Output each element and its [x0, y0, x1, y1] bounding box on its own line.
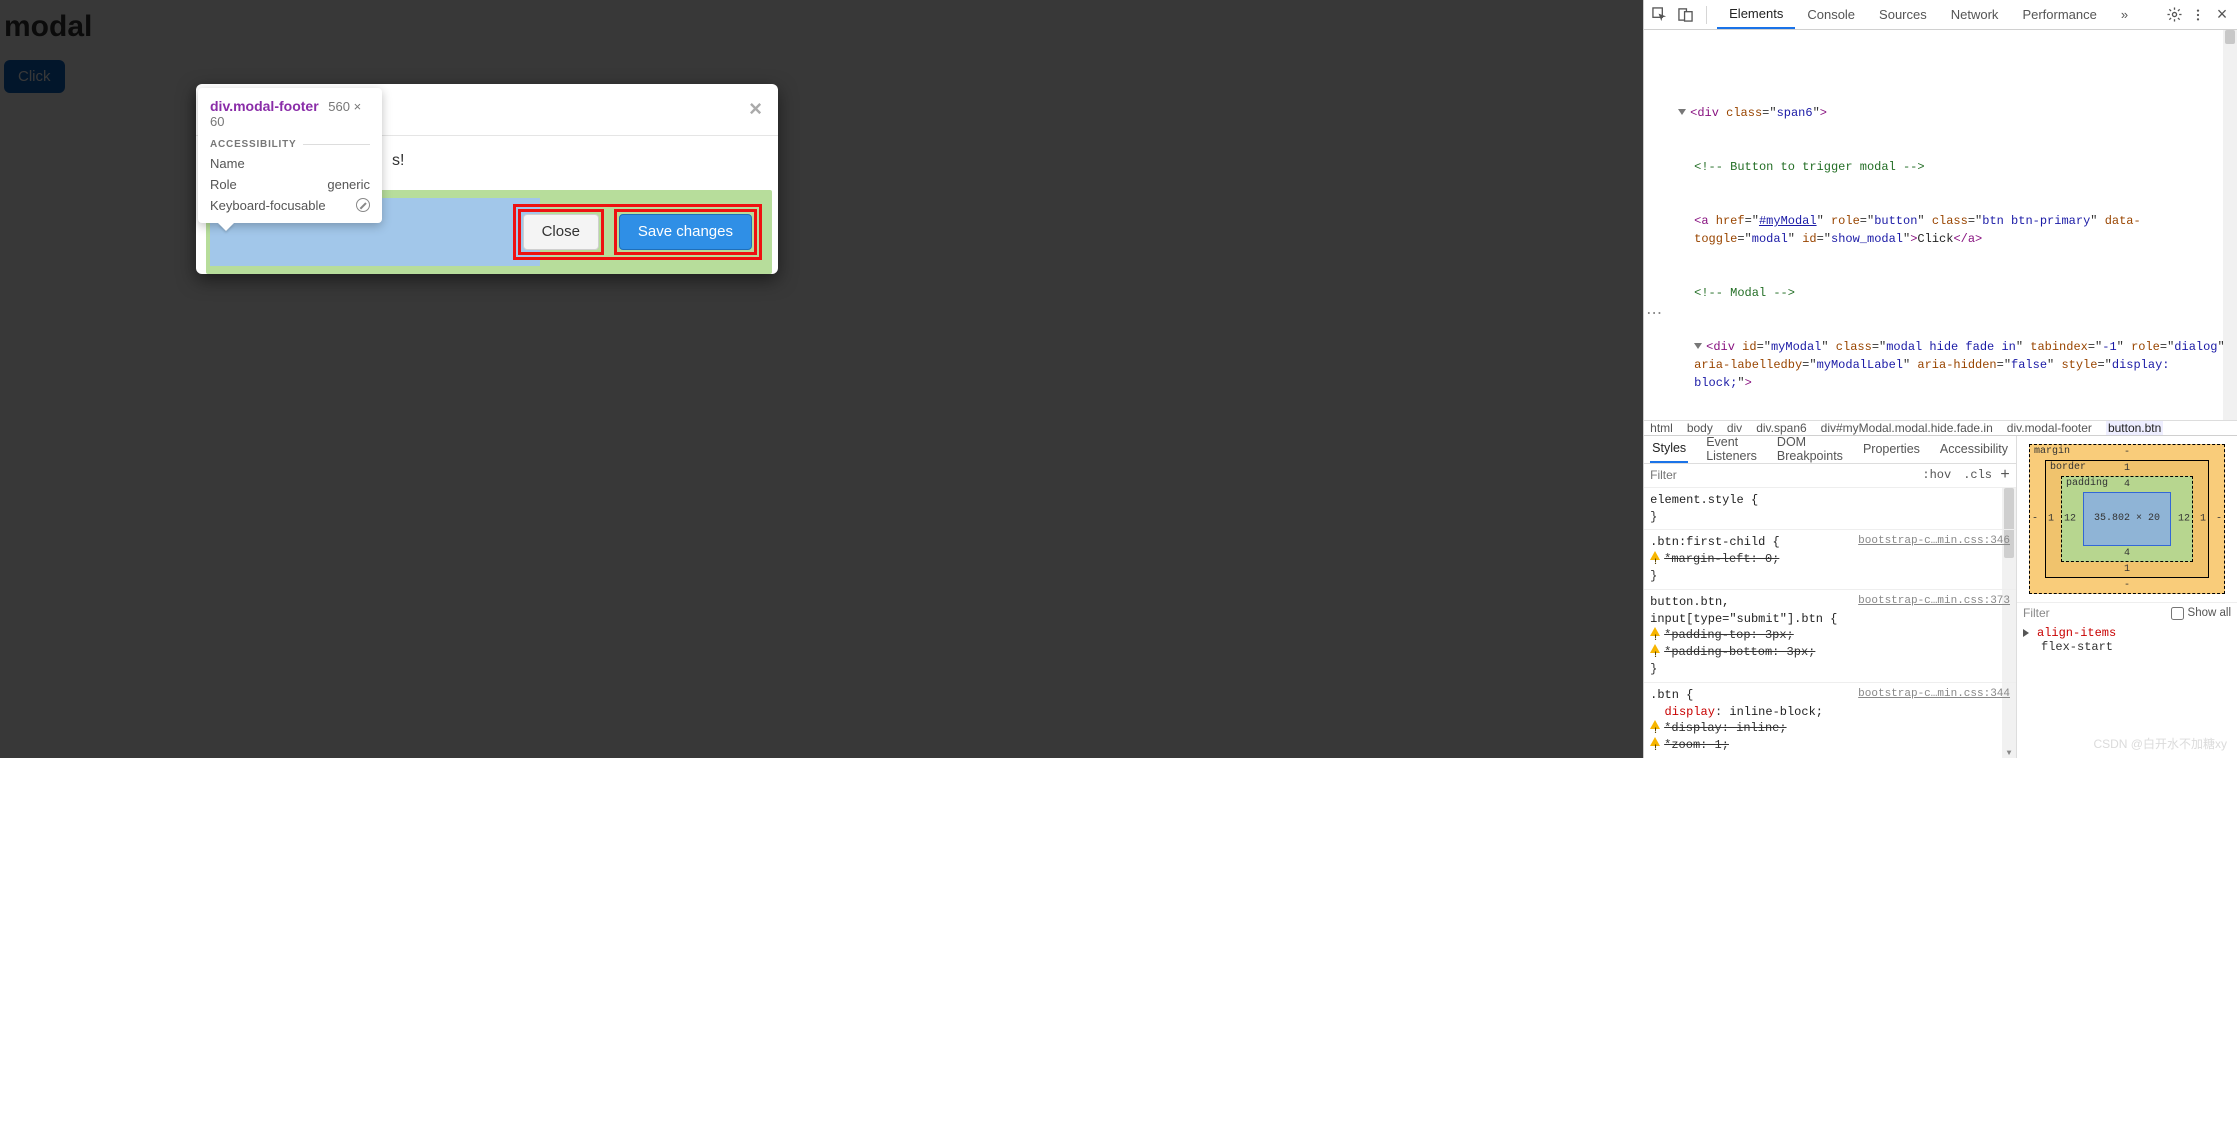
hov-toggle[interactable]: :hov: [1916, 468, 1957, 482]
computed-pane: margin -- -- border 11 11 padding 44 121…: [2017, 436, 2237, 758]
crumb-body[interactable]: body: [1687, 421, 1713, 435]
tree-node[interactable]: <a href="#myModal" role="button" class="…: [1644, 212, 2237, 248]
crumb-modal-footer[interactable]: div.modal-footer: [2007, 421, 2092, 435]
breadcrumb[interactable]: html body div div.span6 div#myModal.moda…: [1644, 420, 2237, 435]
box-model-content-size: 35.802 × 20: [2094, 513, 2160, 524]
settings-gear-icon[interactable]: [2163, 4, 2185, 26]
elements-tree[interactable]: <div class="span6"> <!-- Button to trigg…: [1644, 30, 2237, 420]
css-rule[interactable]: bootstrap-c…min.css:373 button.btn, inpu…: [1644, 590, 2016, 683]
tab-network[interactable]: Network: [1939, 0, 2011, 29]
devtools-toolbar: Elements Console Sources Network Perform…: [1644, 0, 2237, 30]
expand-toggle-icon[interactable]: [2023, 629, 2029, 637]
tab-performance[interactable]: Performance: [2010, 0, 2108, 29]
expand-toggle-icon[interactable]: [1678, 109, 1686, 115]
styles-pane: Styles Event Listeners DOM Breakpoints P…: [1644, 436, 2017, 758]
annotation-redbox-close: Close: [518, 209, 604, 255]
tooltip-selector-class: .modal-footer: [229, 98, 318, 114]
show-all-checkbox[interactable]: Show all: [2171, 607, 2231, 620]
devtools-panel: Elements Console Sources Network Perform…: [1643, 0, 2237, 758]
crumb-span6[interactable]: div.span6: [1756, 421, 1806, 435]
tab-elements[interactable]: Elements: [1717, 0, 1795, 29]
devtools-close-icon[interactable]: ×: [2211, 4, 2233, 26]
modal-close-icon[interactable]: ×: [749, 98, 762, 120]
element-inspect-tooltip: div.modal-footer 560 × 60 ACCESSIBILITY …: [198, 88, 382, 223]
save-changes-button[interactable]: Save changes: [619, 214, 752, 250]
tooltip-role-key: Role: [210, 177, 237, 192]
styles-filter-input[interactable]: [1644, 468, 1916, 482]
tree-node[interactable]: <div: [1690, 106, 1719, 120]
crumb-button-btn[interactable]: button.btn: [2106, 421, 2163, 435]
inspect-element-icon[interactable]: [1648, 4, 1670, 26]
expand-toggle-icon[interactable]: [1694, 343, 1702, 349]
crumb-div[interactable]: div: [1727, 421, 1742, 435]
tab-console[interactable]: Console: [1795, 0, 1867, 29]
crumb-html[interactable]: html: [1650, 421, 1673, 435]
tree-comment: <!-- Button to trigger modal -->: [1694, 160, 1924, 174]
tree-scrollbar[interactable]: [2223, 30, 2237, 420]
css-rule[interactable]: element.style { }: [1644, 488, 2016, 531]
devtools-lower-panel: Styles Event Listeners DOM Breakpoints P…: [1644, 435, 2237, 758]
css-rule[interactable]: bootstrap-c…min.css:344 .btn { display: …: [1644, 683, 2016, 758]
computed-list[interactable]: align-items flex-start: [2017, 624, 2237, 758]
cls-toggle[interactable]: .cls: [1957, 468, 1998, 482]
tooltip-kb-key: Keyboard-focusable: [210, 198, 326, 213]
modal-body-text-tail: s!: [392, 152, 404, 170]
warning-icon: [1650, 737, 1660, 746]
subtab-accessibility[interactable]: Accessibility: [1938, 436, 2010, 463]
tabs-overflow[interactable]: »: [2109, 0, 2140, 29]
tooltip-name-key: Name: [210, 156, 245, 171]
browser-viewport: modal Click × s! Close Save changes: [0, 0, 1643, 758]
device-toolbar-icon[interactable]: [1674, 4, 1696, 26]
warning-icon: [1650, 720, 1660, 729]
subtab-styles[interactable]: Styles: [1650, 436, 1688, 463]
warning-icon: [1650, 551, 1660, 560]
computed-filter-label[interactable]: Filter: [2023, 606, 2050, 620]
not-allowed-icon: [356, 198, 370, 212]
subtab-event-listeners[interactable]: Event Listeners: [1704, 436, 1759, 463]
tab-sources[interactable]: Sources: [1867, 0, 1939, 29]
new-rule-plus-icon[interactable]: +: [1998, 466, 2016, 484]
css-rule[interactable]: bootstrap-c…min.css:346 .btn:first-child…: [1644, 530, 2016, 589]
tooltip-selector-tag: div: [210, 98, 229, 114]
annotation-redbox-save: Save changes: [614, 209, 757, 255]
kebab-menu-icon[interactable]: [2187, 4, 2209, 26]
annotation-redbox-buttons: Close Save changes: [513, 204, 762, 260]
warning-icon: [1650, 644, 1660, 653]
line-gutter-menu-icon[interactable]: ⋯: [1644, 302, 1662, 326]
css-source-link[interactable]: bootstrap-c…min.css:344: [1858, 687, 2010, 702]
close-button[interactable]: Close: [523, 214, 599, 250]
css-source-link[interactable]: bootstrap-c…min.css:346: [1858, 534, 2010, 549]
tooltip-role-value: generic: [327, 177, 370, 192]
warning-icon: [1650, 627, 1660, 636]
subtab-properties[interactable]: Properties: [1861, 436, 1922, 463]
box-model-diagram[interactable]: margin -- -- border 11 11 padding 44 121…: [2029, 444, 2225, 594]
tree-comment: <!-- Modal -->: [1694, 286, 1795, 300]
css-source-link[interactable]: bootstrap-c…min.css:373: [1858, 594, 2010, 609]
subtab-dom-breakpoints[interactable]: DOM Breakpoints: [1775, 436, 1845, 463]
tree-node[interactable]: <div id="myModal" class="modal hide fade…: [1644, 338, 2237, 392]
tooltip-section-label: ACCESSIBILITY: [210, 139, 370, 150]
crumb-mymodal[interactable]: div#myModal.modal.hide.fade.in: [1821, 421, 1993, 435]
